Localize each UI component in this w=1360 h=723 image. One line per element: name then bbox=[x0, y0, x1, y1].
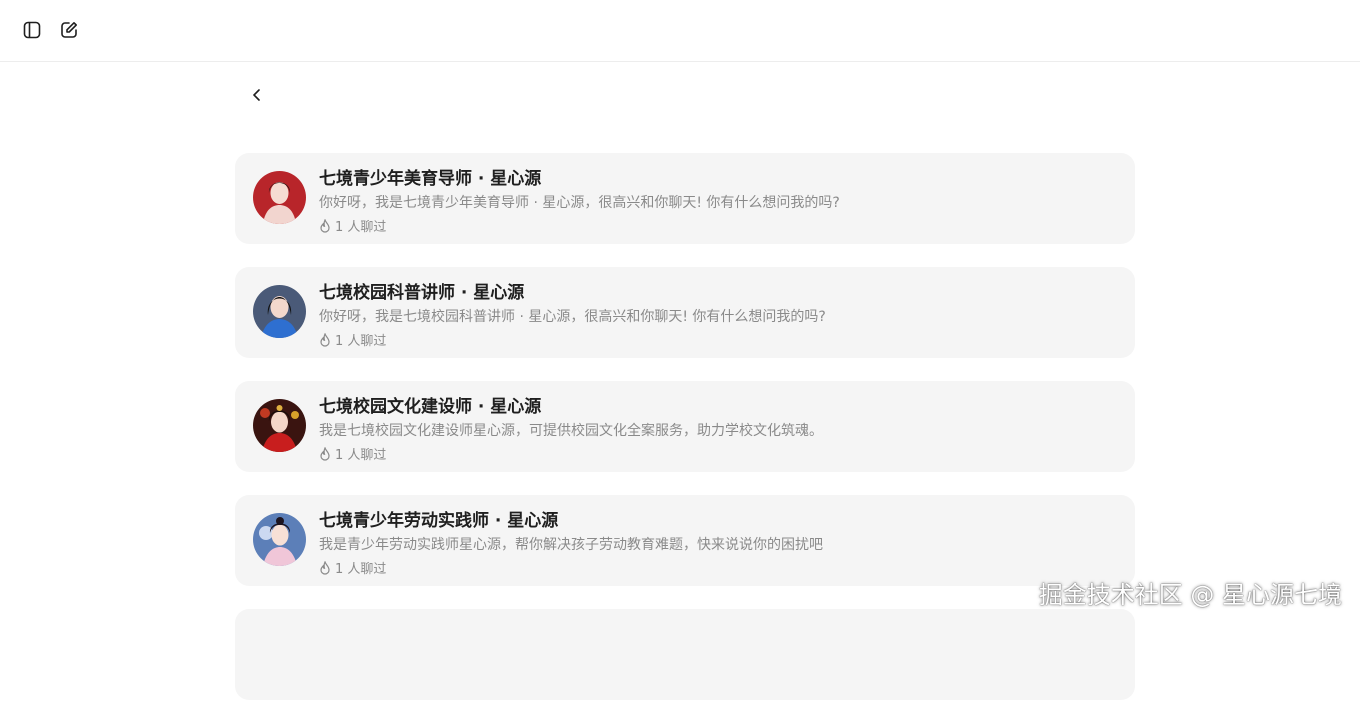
agent-description: 我是青少年劳动实践师星心源，帮你解决孩子劳动教育难题，快来说说你的困扰吧 bbox=[319, 537, 823, 553]
fire-icon bbox=[320, 218, 330, 233]
agent-name: 七境校园文化建设师 · 星心源 bbox=[319, 397, 542, 417]
agent-list: 七境青少年美育导师 · 星心源 你好呀，我是七境青少年美育导师 · 星心源，很高… bbox=[235, 153, 1135, 723]
new-chat-button[interactable] bbox=[57, 18, 81, 42]
avatar bbox=[253, 513, 306, 566]
chat-count-label: 1 人聊过 bbox=[335, 562, 387, 577]
top-bar bbox=[0, 0, 1360, 62]
agent-card[interactable]: 七境青少年美育导师 · 星心源 你好呀，我是七境青少年美育导师 · 星心源，很高… bbox=[235, 153, 1135, 244]
chat-count: 1 人聊过 bbox=[319, 216, 386, 235]
agent-card[interactable]: 七境校园文化建设师 · 星心源 我是七境校园文化建设师星心源，可提供校园文化全案… bbox=[235, 381, 1135, 472]
avatar bbox=[253, 399, 306, 452]
chat-count: 1 人聊过 bbox=[319, 444, 386, 463]
agent-description: 你好呀，我是七境青少年美育导师 · 星心源，很高兴和你聊天! 你有什么想问我的吗… bbox=[319, 195, 840, 211]
agent-name: 七境青少年劳动实践师 · 星心源 bbox=[319, 511, 559, 531]
agent-card[interactable]: 七境校园科普讲师 · 星心源 你好呀，我是七境校园科普讲师 · 星心源，很高兴和… bbox=[235, 267, 1135, 358]
watermark: 掘金技术社区 @ 星心源七境 bbox=[1038, 581, 1342, 609]
back-button[interactable] bbox=[245, 83, 269, 107]
agent-name: 七境校园科普讲师 · 星心源 bbox=[319, 283, 525, 303]
sidebar-toggle-button[interactable] bbox=[20, 18, 44, 42]
chat-count: 1 人聊过 bbox=[319, 558, 386, 577]
agent-description: 你好呀，我是七境校园科普讲师 · 星心源，很高兴和你聊天! 你有什么想问我的吗? bbox=[319, 309, 826, 325]
chat-count-label: 1 人聊过 bbox=[335, 334, 387, 349]
agent-description: 我是七境校园文化建设师星心源，可提供校园文化全案服务，助力学校文化筑魂。 bbox=[319, 423, 823, 439]
avatar bbox=[253, 171, 306, 224]
agent-name: 七境青少年美育导师 · 星心源 bbox=[319, 169, 542, 189]
chat-count-label: 1 人聊过 bbox=[335, 448, 387, 463]
fire-icon bbox=[320, 560, 330, 575]
avatar bbox=[253, 285, 306, 338]
chevron-left-icon bbox=[253, 89, 260, 101]
chat-count-label: 1 人聊过 bbox=[335, 220, 387, 235]
fire-icon bbox=[320, 332, 330, 347]
fire-icon bbox=[320, 446, 330, 461]
edit-icon bbox=[61, 22, 77, 38]
sidebar-toggle-icon bbox=[23, 21, 41, 39]
chat-count: 1 人聊过 bbox=[319, 330, 386, 349]
agent-card[interactable]: 七境青少年劳动实践师 · 星心源 我是青少年劳动实践师星心源，帮你解决孩子劳动教… bbox=[235, 495, 1135, 586]
